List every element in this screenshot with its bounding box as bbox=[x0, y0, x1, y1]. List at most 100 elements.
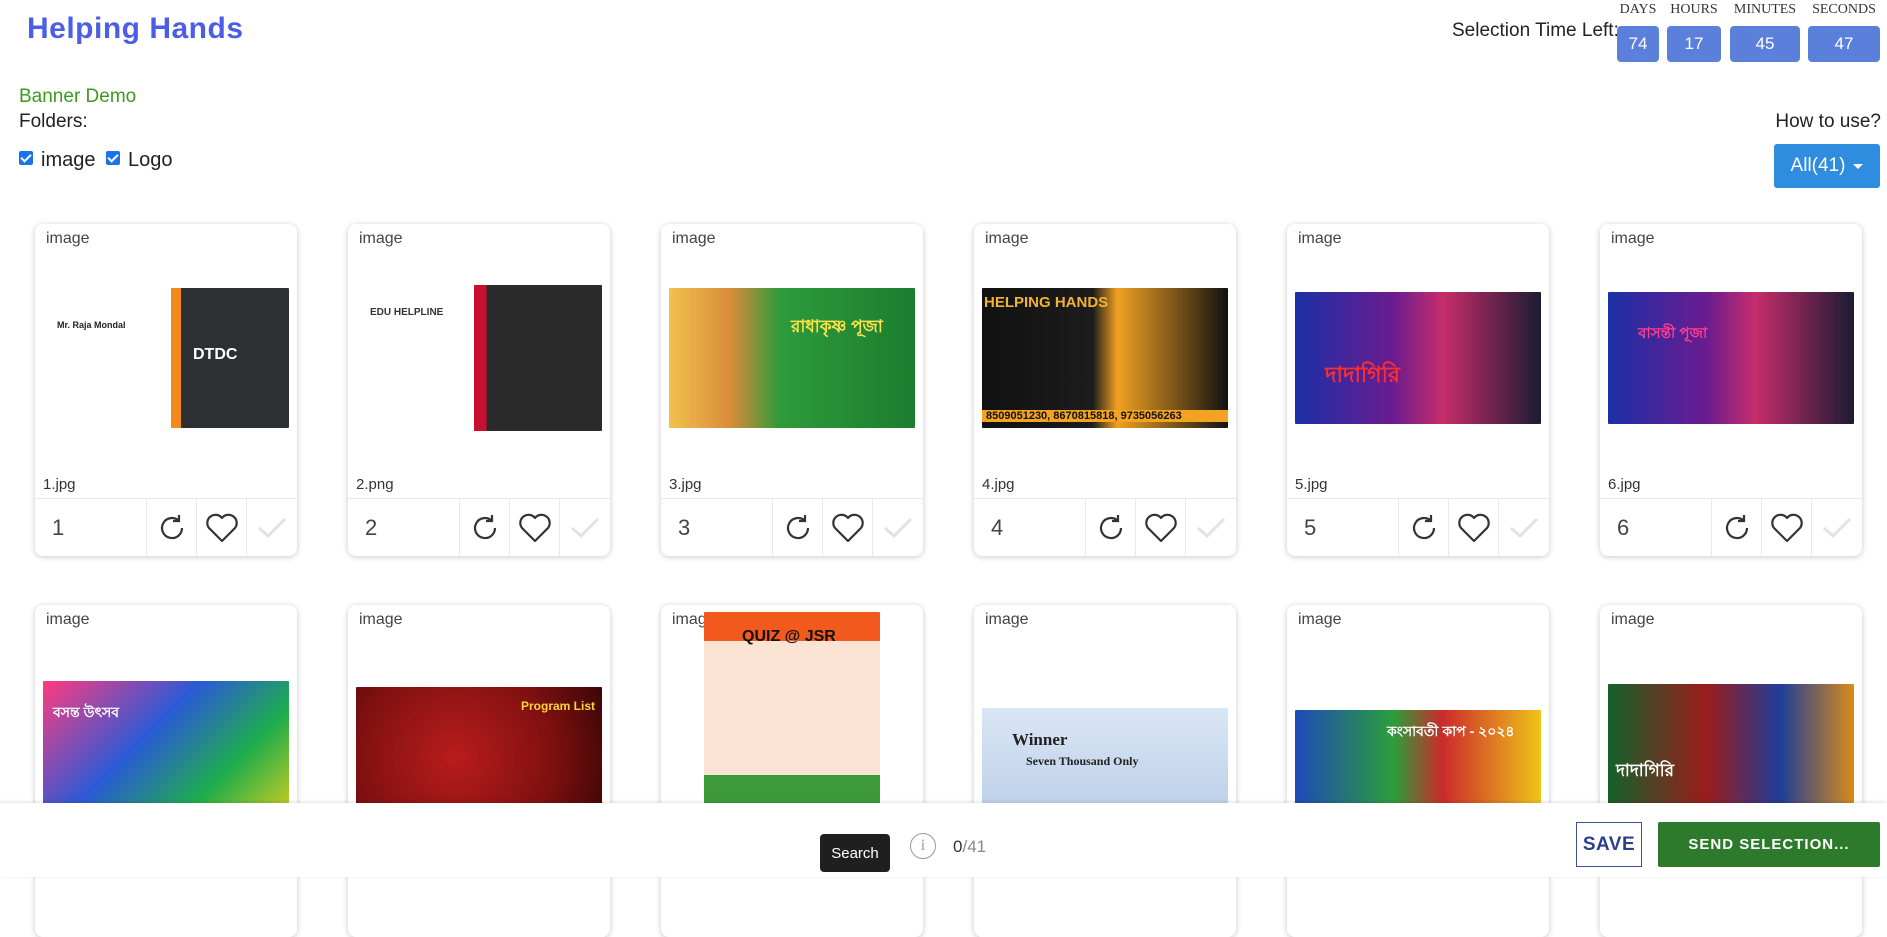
card-thumbnail[interactable]: EDU HELPLINE bbox=[356, 268, 602, 448]
check-icon[interactable] bbox=[1499, 499, 1549, 556]
thumb-subtitle: 8509051230, 8670815818, 9735056263 bbox=[982, 410, 1228, 422]
check-icon[interactable] bbox=[560, 499, 610, 556]
filter-dropdown[interactable]: All(41) bbox=[1774, 144, 1880, 188]
refresh-icon[interactable] bbox=[1399, 499, 1449, 556]
card-number: 1 bbox=[35, 499, 147, 556]
refresh-icon[interactable] bbox=[147, 499, 197, 556]
thumb-title: দাদাগিরি bbox=[1616, 761, 1674, 780]
heart-icon[interactable] bbox=[510, 499, 560, 556]
card-filename: 5.jpg bbox=[1295, 476, 1328, 493]
card-folder-tag: image bbox=[672, 230, 716, 247]
card-thumbnail[interactable]: Program List bbox=[356, 649, 602, 829]
filter-dropdown-label: All(41) bbox=[1790, 155, 1846, 176]
thumb-title: বসন্ত উৎসব bbox=[53, 704, 120, 720]
timer-hours-value: 17 bbox=[1667, 26, 1721, 62]
gallery-card[interactable]: image দাদাগিরি 5.jpg 5 bbox=[1287, 224, 1549, 556]
refresh-icon[interactable] bbox=[773, 499, 823, 556]
timer-seconds-value: 47 bbox=[1808, 26, 1880, 62]
check-icon[interactable] bbox=[1186, 499, 1236, 556]
gallery-card[interactable]: image বসন্ত উৎসব bbox=[35, 605, 297, 937]
card-thumbnail[interactable]: বসন্ত উৎসব bbox=[43, 649, 289, 829]
gallery-card[interactable]: image HELPING HANDS 8509051230, 86708158… bbox=[974, 224, 1236, 556]
timer-seconds-label: SECONDS bbox=[1812, 2, 1876, 17]
gallery-card[interactable]: image EDU HELPLINE 2.png 2 bbox=[348, 224, 610, 556]
gallery-card[interactable]: image বাসন্তী পূজা 6.jpg 6 bbox=[1600, 224, 1862, 556]
card-thumbnail[interactable]: QUIZ @ JSR bbox=[669, 612, 915, 804]
how-to-use-link[interactable]: How to use? bbox=[1775, 111, 1881, 133]
thumb-title: বাসন্তী পূজা bbox=[1638, 325, 1708, 342]
card-folder-tag: image bbox=[1298, 611, 1342, 628]
thumb-title: QUIZ @ JSR bbox=[742, 628, 836, 645]
card-thumbnail[interactable]: HELPING HANDS 8509051230, 8670815818, 97… bbox=[982, 268, 1228, 448]
folder-filter-image[interactable]: image bbox=[19, 149, 95, 172]
card-filename: 1.jpg bbox=[43, 476, 76, 493]
thumb-title: EDU HELPLINE bbox=[370, 307, 444, 318]
heart-icon[interactable] bbox=[823, 499, 873, 556]
card-folder-tag: image bbox=[46, 611, 90, 628]
timer-days-value: 74 bbox=[1617, 26, 1659, 62]
heart-icon[interactable] bbox=[1449, 499, 1499, 556]
search-button[interactable]: Search bbox=[820, 834, 890, 872]
gallery-card[interactable]: image Program List bbox=[348, 605, 610, 937]
heart-icon[interactable] bbox=[197, 499, 247, 556]
card-thumbnail[interactable]: দাদাগিরি bbox=[1295, 268, 1541, 448]
card-thumbnail[interactable]: দাদাগিরি bbox=[1608, 649, 1854, 830]
timer-days-label: DAYS bbox=[1619, 2, 1657, 17]
heart-icon[interactable] bbox=[1762, 499, 1812, 556]
folder-label-image: image bbox=[41, 149, 96, 171]
thumb-title: কংসাবতী কাপ - ২০২৪ bbox=[1387, 723, 1515, 739]
refresh-icon[interactable] bbox=[1712, 499, 1762, 556]
folder-checkbox-image[interactable] bbox=[19, 150, 33, 165]
card-number: 5 bbox=[1287, 499, 1399, 556]
gallery-card[interactable]: image QUIZ @ JSR bbox=[661, 605, 923, 937]
timer-minutes: MINUTES 45 bbox=[1730, 2, 1800, 62]
thumb-title: দাদাগিরি bbox=[1325, 362, 1400, 387]
gallery-card[interactable]: image কংসাবতী কাপ - ২০২৪ bbox=[1287, 605, 1549, 937]
card-folder-tag: image bbox=[359, 230, 403, 247]
card-thumbnail[interactable]: রাধাকৃষ্ণ পূজা bbox=[669, 268, 915, 448]
gallery-card[interactable]: image রাধাকৃষ্ণ পূজা 3.jpg 3 bbox=[661, 224, 923, 556]
refresh-icon[interactable] bbox=[460, 499, 510, 556]
selection-count: 0/41 bbox=[953, 837, 986, 857]
folder-checkbox-logo[interactable] bbox=[106, 150, 120, 165]
card-filename: 6.jpg bbox=[1608, 476, 1641, 493]
folder-filter-logo[interactable]: Logo bbox=[106, 149, 173, 172]
send-selection-button[interactable]: SEND SELECTION... bbox=[1658, 822, 1880, 867]
brand-title[interactable]: Helping Hands bbox=[27, 12, 244, 46]
card-folder-tag: image bbox=[985, 230, 1029, 247]
timer-minutes-value: 45 bbox=[1730, 26, 1800, 62]
card-folder-tag: image bbox=[1298, 230, 1342, 247]
heart-icon[interactable] bbox=[1136, 499, 1186, 556]
card-filename: 2.png bbox=[356, 476, 394, 493]
card-folder-tag: image bbox=[359, 611, 403, 628]
check-icon[interactable] bbox=[1812, 499, 1862, 556]
card-thumbnail[interactable]: Winner Seven Thousand Only bbox=[982, 649, 1228, 830]
gallery-card[interactable]: image দাদাগিরি bbox=[1600, 605, 1862, 937]
card-filename: 3.jpg bbox=[669, 476, 702, 493]
card-number: 6 bbox=[1600, 499, 1712, 556]
timer-days: DAYS 74 bbox=[1617, 2, 1659, 62]
folders-label: Folders: bbox=[19, 111, 88, 132]
caret-down-icon bbox=[1853, 163, 1864, 169]
timer-hours: HOURS 17 bbox=[1667, 2, 1721, 62]
card-thumbnail[interactable]: DTDC Mr. Raja Mondal bbox=[43, 268, 289, 448]
card-thumbnail[interactable]: কংসাবতী কাপ - ২০২৪ bbox=[1295, 649, 1541, 829]
thumb-subtitle: Mr. Raja Mondal bbox=[57, 320, 126, 330]
check-icon[interactable] bbox=[247, 499, 297, 556]
info-icon[interactable]: i bbox=[910, 833, 936, 859]
card-folder-tag: image bbox=[1611, 230, 1655, 247]
timer-seconds: SECONDS 47 bbox=[1808, 2, 1880, 62]
gallery-card[interactable]: image DTDC Mr. Raja Mondal 1.jpg 1 bbox=[35, 224, 297, 556]
card-folder-tag: image bbox=[46, 230, 90, 247]
card-thumbnail[interactable]: বাসন্তী পূজা bbox=[1608, 268, 1854, 448]
gallery-card[interactable]: image Winner Seven Thousand Only bbox=[974, 605, 1236, 937]
timer-minutes-label: MINUTES bbox=[1733, 2, 1797, 17]
project-name: Banner Demo bbox=[19, 86, 137, 107]
check-icon[interactable] bbox=[873, 499, 923, 556]
thumb-title: রাধাকৃষ্ণ পূজা bbox=[791, 317, 883, 336]
card-number: 2 bbox=[348, 499, 460, 556]
card-number: 3 bbox=[661, 499, 773, 556]
save-button[interactable]: SAVE bbox=[1576, 822, 1642, 867]
refresh-icon[interactable] bbox=[1086, 499, 1136, 556]
card-filename: 4.jpg bbox=[982, 476, 1015, 493]
